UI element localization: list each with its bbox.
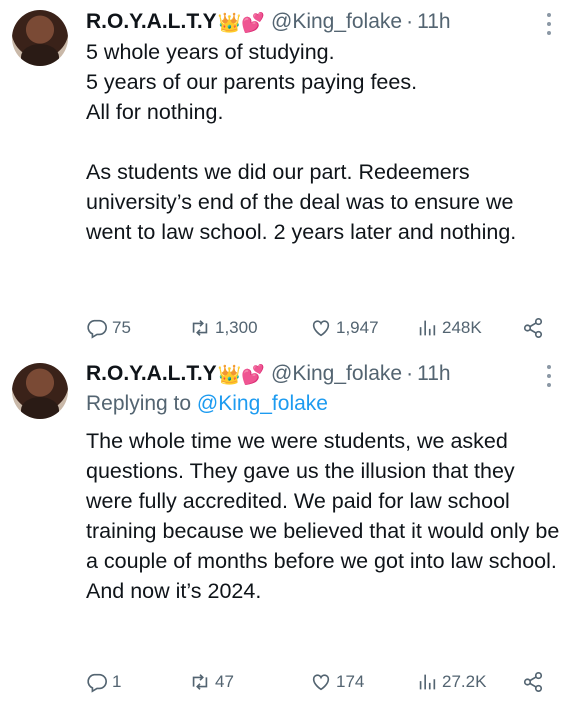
retweet-icon	[192, 320, 208, 336]
like-button[interactable]: 174	[310, 669, 364, 695]
timestamp[interactable]: 11h	[417, 362, 450, 386]
tweet-text: The whole time we were students, we aske…	[86, 429, 560, 603]
reply-button[interactable]: 1	[86, 669, 121, 695]
views-button[interactable]: 248K	[416, 315, 482, 341]
reply-icon	[87, 673, 107, 693]
author-handle[interactable]: @King_folake	[271, 362, 402, 386]
share-button[interactable]	[522, 669, 544, 695]
tweet-header: R.O.Y.A.L.T.Y 👑💕 @King_folake · 11h	[86, 8, 451, 36]
tweet-text: 5 whole years of studying. 5 years of ou…	[86, 40, 517, 244]
tweet-header: R.O.Y.A.L.T.Y 👑💕 @King_folake · 11h	[86, 360, 451, 388]
retweet-icon	[192, 674, 208, 690]
like-count: 174	[336, 672, 365, 691]
heart-icon	[312, 320, 330, 337]
tweet-actions: 75 1,300 1,947 248K	[86, 315, 556, 341]
crown-heart-emoji: 👑💕	[217, 363, 266, 386]
replying-to: Replying to @King_folake	[86, 390, 328, 418]
retweet-count: 1,300	[215, 318, 258, 337]
author-name[interactable]: R.O.Y.A.L.T.Y	[86, 362, 217, 386]
share-button[interactable]	[522, 315, 544, 341]
more-options-icon[interactable]	[546, 365, 552, 387]
views-count: 248K	[442, 318, 482, 337]
views-button[interactable]: 27.2K	[416, 669, 486, 695]
reply-button[interactable]: 75	[86, 315, 131, 341]
replying-to-label: Replying to	[86, 392, 197, 415]
like-button[interactable]: 1,947	[310, 315, 379, 341]
author-handle[interactable]: @King_folake	[271, 10, 402, 34]
separator-dot: ·	[406, 362, 414, 385]
views-icon	[419, 320, 436, 336]
heart-icon	[312, 674, 330, 691]
crown-heart-emoji: 👑💕	[217, 11, 266, 34]
more-options-icon[interactable]	[546, 13, 552, 35]
retweet-button[interactable]: 47	[189, 669, 234, 695]
avatar[interactable]	[12, 10, 68, 66]
timestamp[interactable]: 11h	[417, 10, 450, 34]
views-icon	[419, 674, 436, 690]
like-count: 1,947	[336, 318, 379, 337]
avatar[interactable]	[12, 363, 68, 419]
author-name[interactable]: R.O.Y.A.L.T.Y	[86, 10, 217, 34]
retweet-button[interactable]: 1,300	[189, 315, 258, 341]
tweet[interactable]: R.O.Y.A.L.T.Y 👑💕 @King_folake · 11h 5 wh…	[0, 0, 573, 352]
reply-count: 1	[112, 672, 122, 691]
share-icon	[523, 672, 543, 692]
retweet-count: 47	[215, 672, 234, 691]
reply-icon	[87, 319, 107, 339]
views-count: 27.2K	[442, 672, 487, 691]
reply-count: 75	[112, 318, 131, 337]
replying-to-handle-link[interactable]: @King_folake	[197, 392, 328, 415]
share-icon	[523, 318, 543, 338]
separator-dot: ·	[406, 10, 414, 33]
tweet-actions: 1 47 174 27.2K	[86, 669, 556, 695]
tweet[interactable]: R.O.Y.A.L.T.Y 👑💕 @King_folake · 11h Repl…	[0, 352, 573, 708]
